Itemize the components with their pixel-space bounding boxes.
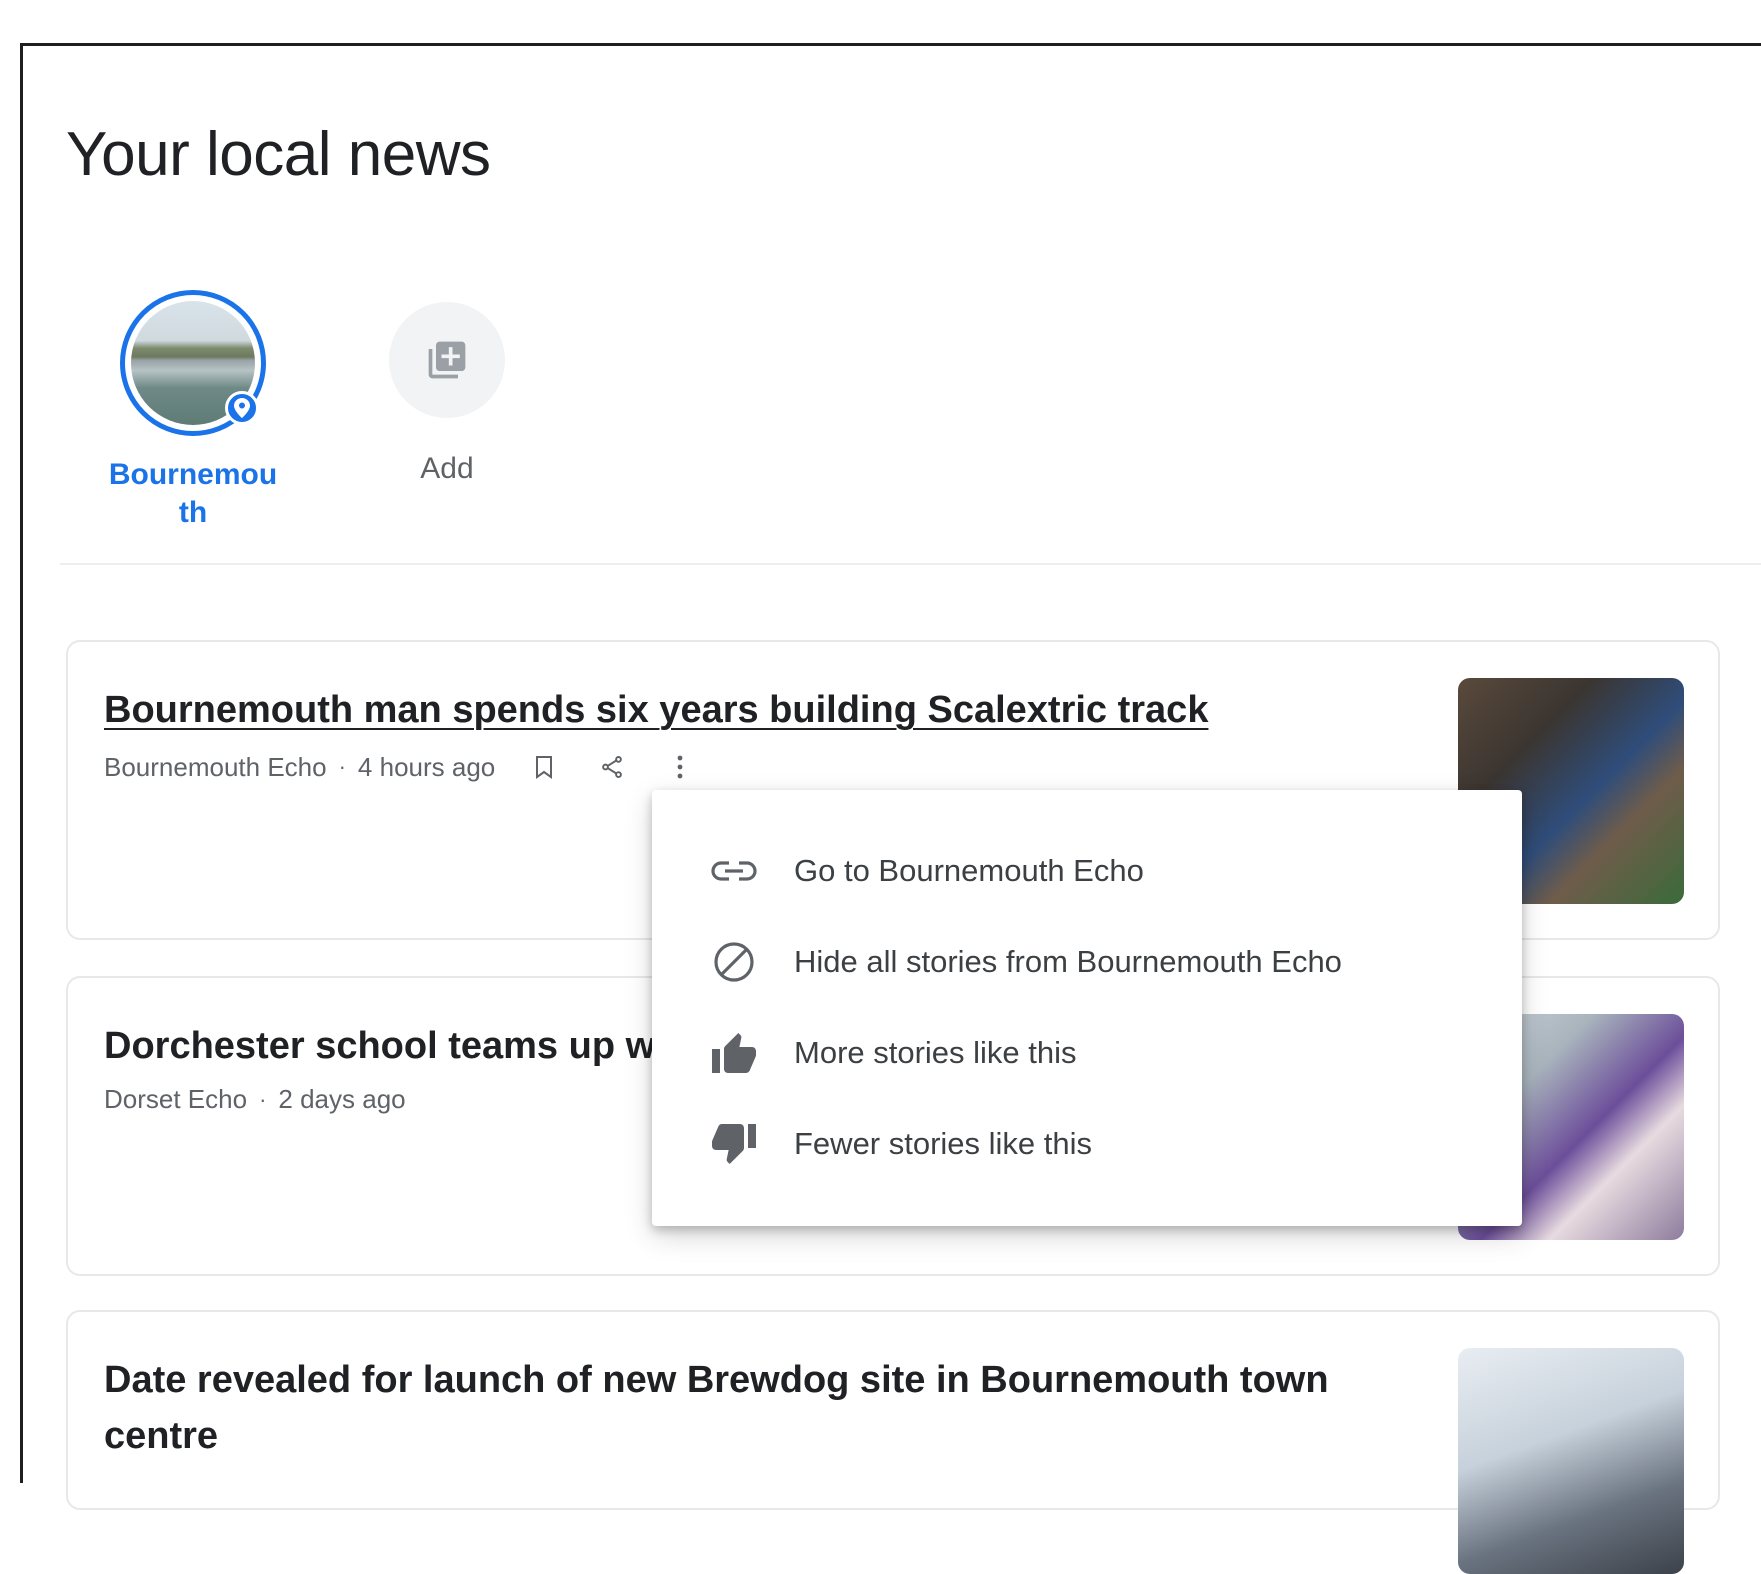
add-location-label[interactable]: Add — [352, 450, 542, 488]
article-time: 2 days ago — [278, 1084, 406, 1114]
article-thumbnail[interactable] — [1458, 1348, 1684, 1574]
article-headline[interactable]: Date revealed for launch of new Brewdog … — [104, 1352, 1384, 1464]
thumb-up-icon — [706, 1025, 762, 1081]
article-meta: Bournemouth Echo · 4 hours ago — [104, 748, 699, 786]
menu-item-hide-source[interactable]: Hide all stories from Bournemouth Echo — [652, 917, 1522, 1007]
menu-item-more-like-this[interactable]: More stories like this — [652, 1008, 1522, 1098]
menu-item-fewer-like-this[interactable]: Fewer stories like this — [652, 1099, 1522, 1189]
meta-separator: · — [338, 754, 346, 779]
thumb-down-icon — [706, 1116, 762, 1172]
location-label-line-2: th — [178, 496, 208, 529]
article-source: Bournemouth Echo — [104, 751, 327, 782]
article-headline[interactable]: Bournemouth man spends six years buildin… — [104, 682, 1208, 738]
section-divider — [60, 563, 1761, 565]
add-location-button[interactable] — [389, 302, 505, 418]
article-source: Dorset Echo — [104, 1084, 248, 1114]
menu-item-label: Fewer stories like this — [794, 1126, 1093, 1161]
meta-separator: · — [259, 1086, 267, 1112]
menu-item-label: More stories like this — [794, 1035, 1077, 1070]
article-card[interactable]: Date revealed for launch of new Brewdog … — [66, 1310, 1720, 1574]
article-options-menu: Go to Bournemouth Echo Hide all stories … — [652, 790, 1522, 1226]
location-label-line-1: Bournemou — [108, 458, 278, 491]
block-icon — [706, 934, 762, 990]
menu-item-label: Go to Bournemouth Echo — [794, 853, 1144, 888]
location-bournemouth[interactable]: Bournemou th — [98, 290, 288, 532]
page-title: Your local news — [66, 120, 491, 189]
location-label[interactable]: Bournemou th — [98, 456, 288, 532]
menu-item-label: Hide all stories from Bournemouth Echo — [794, 944, 1342, 979]
more-options-icon[interactable] — [661, 748, 699, 786]
location-pin-icon — [225, 391, 259, 425]
add-location[interactable]: Add — [352, 290, 542, 488]
link-icon — [706, 843, 762, 899]
menu-item-go-to-source[interactable]: Go to Bournemouth Echo — [652, 826, 1522, 916]
bookmark-icon[interactable] — [525, 748, 563, 786]
share-icon[interactable] — [593, 748, 631, 786]
article-time: 4 hours ago — [357, 751, 496, 782]
article-headline[interactable]: Dorchester school teams up w — [104, 1018, 655, 1074]
add-library-icon — [428, 341, 466, 379]
article-meta: Dorset Echo · 2 days ago — [104, 1084, 406, 1115]
location-avatar[interactable] — [120, 290, 266, 436]
